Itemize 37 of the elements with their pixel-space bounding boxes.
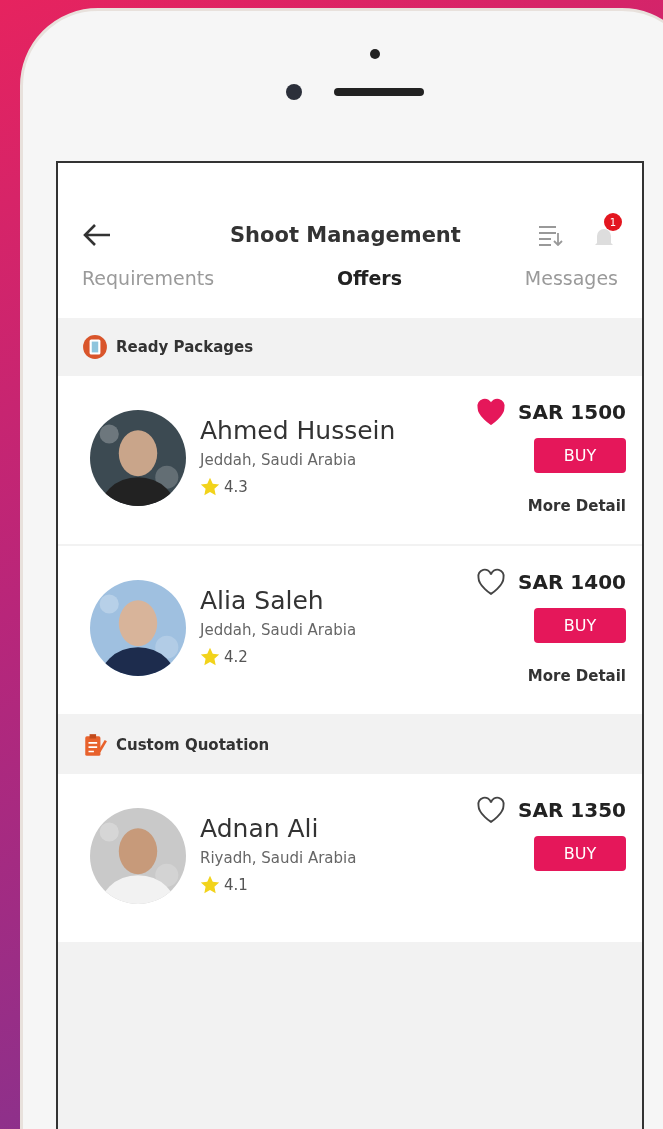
- photographer-name: Alia Saleh: [200, 586, 325, 615]
- more-detail-link[interactable]: More Detail: [527, 497, 626, 515]
- back-arrow-icon[interactable]: [82, 223, 112, 247]
- notification-badge: 1: [604, 213, 622, 231]
- star-icon: [200, 875, 220, 895]
- tab[interactable]: Offers: [336, 267, 402, 289]
- tab[interactable]: Requirements: [82, 267, 215, 289]
- location-text: Riyadh, Saudi Arabia: [200, 849, 357, 867]
- package-icon: [82, 334, 108, 360]
- more-detail-link[interactable]: More Detail: [527, 667, 626, 685]
- sensor-icon: [370, 49, 380, 59]
- location-text: Jeddah, Saudi Arabia: [200, 451, 358, 469]
- price-text: SAR 1350: [518, 798, 626, 822]
- buy-button[interactable]: BUY: [534, 836, 626, 871]
- rating-value: 4.2: [224, 648, 248, 666]
- sort-icon[interactable]: [538, 224, 564, 246]
- heart-icon[interactable]: [476, 568, 507, 596]
- camera-icon: [286, 84, 302, 100]
- rating-value: 4.3: [224, 478, 248, 496]
- speaker-icon: [334, 88, 424, 96]
- price-text: SAR 1500: [518, 400, 626, 424]
- rating-value: 4.1: [224, 876, 248, 894]
- buy-button[interactable]: BUY: [534, 438, 626, 473]
- clipboard-icon: [82, 732, 108, 758]
- location-text: Jeddah, Saudi Arabia: [200, 621, 357, 639]
- section-title: Custom Quotation: [116, 736, 270, 754]
- photographer-name: Adnan Ali: [200, 814, 320, 843]
- tab[interactable]: Messages: [524, 267, 618, 289]
- photographer-name: Ahmed Hussein: [200, 416, 396, 445]
- star-icon: [200, 477, 220, 497]
- screen-title: Shoot Management: [230, 223, 461, 247]
- buy-button[interactable]: BUY: [534, 608, 626, 643]
- heart-icon[interactable]: [476, 398, 507, 426]
- section-title: Ready Packages: [116, 338, 254, 356]
- heart-icon[interactable]: [476, 796, 507, 824]
- price-text: SAR 1400: [518, 570, 626, 594]
- star-icon: [200, 647, 220, 667]
